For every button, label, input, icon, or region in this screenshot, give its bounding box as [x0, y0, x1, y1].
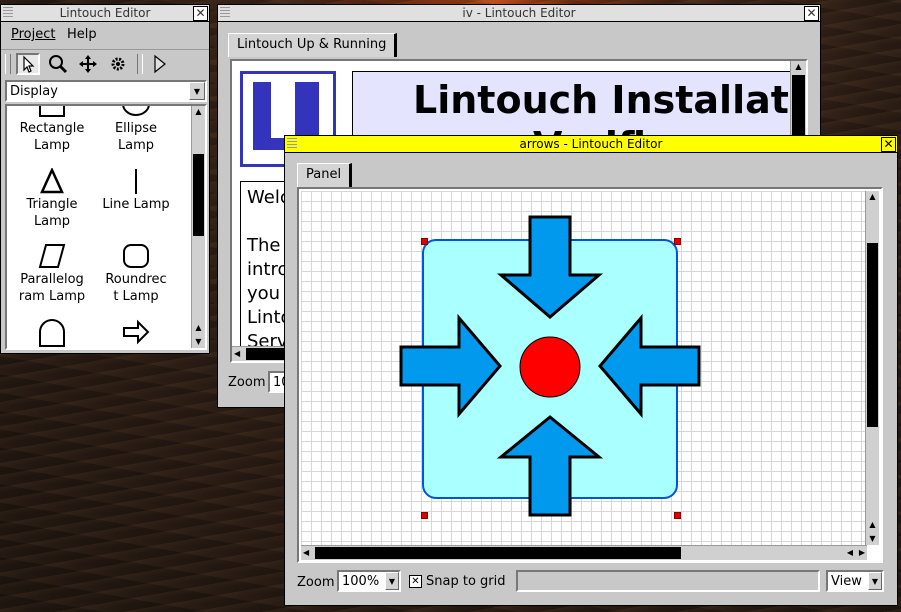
page-title: Lintouch Installation [413, 78, 806, 122]
arrows-graphic[interactable] [301, 191, 865, 545]
menu-bar: Project Help [1, 22, 209, 48]
palette-item[interactable]: Roundrec t Lamp [95, 243, 177, 313]
palette-item[interactable]: Rectangle Lamp [11, 106, 93, 164]
window-menu-icon[interactable] [220, 7, 230, 17]
arrow-icon [123, 319, 150, 345]
component-palette: Rectangle Lamp Ellipse Lamp Triangle Lam… [5, 104, 207, 350]
scroll-left-icon[interactable]: ◀ [303, 546, 309, 560]
view-select[interactable]: View ▼ [826, 570, 884, 592]
snap-checkbox[interactable]: ✕ [409, 575, 422, 588]
arrow-down-shape [496, 215, 604, 319]
zoom-select[interactable]: 100% ▼ [337, 570, 401, 592]
arrow-left-shape [598, 313, 701, 419]
palette-item[interactable] [95, 318, 177, 348]
scrollbar-thumb[interactable] [315, 547, 681, 559]
scrollbar-thumb[interactable] [867, 243, 878, 427]
arrow-right-shape [399, 313, 502, 419]
panel-editor-canvas: ▲ ▲ ▼ ◀ ◀ ▶ [297, 187, 883, 563]
palette-item-label: Ellipse Lamp [114, 121, 158, 153]
ellipse-icon [122, 106, 150, 116]
window-titlebar[interactable]: arrows - Lintouch Editor ✕ [285, 136, 897, 153]
rectangle-icon [39, 106, 65, 117]
scroll-down-icon[interactable]: ▲ [866, 519, 879, 531]
window-menu-icon[interactable] [287, 138, 297, 148]
close-icon[interactable]: ✕ [804, 6, 819, 21]
palette-item[interactable] [11, 318, 93, 348]
category-select[interactable]: Display ▼ [5, 80, 207, 102]
chevron-down-icon[interactable]: ▼ [385, 572, 399, 590]
scroll-right-icon[interactable]: ◀ [847, 546, 853, 560]
play-icon[interactable] [149, 54, 173, 76]
tab-panel[interactable]: Panel [297, 163, 353, 187]
window-title: iv - Lintouch Editor [462, 6, 576, 20]
scroll-right-icon[interactable]: ▶ [859, 546, 865, 560]
snap-to-grid-label[interactable]: Snap to grid [426, 574, 506, 589]
status-field [516, 570, 820, 592]
toolbar [1, 49, 209, 78]
gear-icon[interactable] [107, 54, 131, 76]
arch-icon [39, 319, 65, 347]
palette-item[interactable]: Parallelog ram Lamp [11, 243, 93, 313]
triangle-icon [40, 168, 64, 194]
menu-item-help[interactable]: Help [67, 27, 97, 42]
zoom-label: Zoom [297, 575, 335, 590]
scroll-down-icon[interactable]: ▲ [192, 322, 205, 334]
parallelogram-icon [38, 244, 66, 268]
scroll-down-icon[interactable]: ▼ [192, 336, 205, 348]
scroll-up-icon[interactable]: ▲ [866, 191, 879, 203]
scrollbar-thumb[interactable] [792, 75, 805, 135]
palette-scrollbar[interactable]: ▲ ▲ ▼ [191, 106, 205, 348]
window-title: Lintouch Editor [59, 6, 151, 20]
scroll-up-icon[interactable]: ▲ [192, 106, 205, 118]
category-select-value: Display [10, 84, 58, 99]
tab-lintouch-up-running[interactable]: Lintouch Up & Running [228, 33, 398, 57]
chevron-down-icon[interactable]: ▼ [189, 82, 205, 100]
palette-item[interactable]: Ellipse Lamp [95, 106, 177, 164]
palette-item-label: Roundrec t Lamp [105, 272, 167, 304]
arrow-up-shape [496, 415, 604, 517]
arrows-editor-window: arrows - Lintouch Editor ✕ Panel ▲ ▲ ▼ ◀… [284, 135, 898, 606]
lintouch-editor-window: Lintouch Editor ✕ Project Help Display ▼ [0, 4, 210, 354]
center-dot-shape [519, 336, 581, 398]
close-icon[interactable]: ✕ [193, 6, 208, 21]
heading-box: Lintouch Installation Verific [352, 71, 806, 143]
palette-item-label: Parallelog ram Lamp [18, 272, 86, 304]
menu-item-project[interactable]: Project [11, 27, 55, 42]
chevron-down-icon[interactable]: ▼ [868, 572, 882, 590]
vertical-scrollbar[interactable]: ▲ ▲ ▼ [865, 191, 879, 545]
palette-item[interactable]: Line Lamp [95, 168, 177, 238]
scrollbar-thumb[interactable] [193, 154, 204, 236]
design-grid[interactable] [301, 191, 865, 545]
palette-item-label: Triangle Lamp [26, 197, 78, 229]
scroll-down-icon[interactable]: ▼ [866, 533, 879, 545]
window-menu-icon[interactable] [3, 7, 13, 17]
palette-item-label: Line Lamp [102, 197, 170, 212]
zoom-select-value: 100% [342, 574, 380, 589]
window-titlebar[interactable]: iv - Lintouch Editor ✕ [218, 5, 820, 22]
view-select-value: View [831, 574, 862, 589]
horizontal-scrollbar[interactable]: ◀ ◀ ▶ [301, 545, 867, 560]
line-icon [135, 169, 137, 194]
roundrect-icon [123, 244, 149, 268]
palette-item-label: Rectangle Lamp [19, 121, 85, 153]
palette-item[interactable]: Triangle Lamp [11, 168, 93, 238]
window-titlebar[interactable]: Lintouch Editor ✕ [1, 5, 209, 22]
zoom-label: Zoom [228, 375, 266, 390]
scroll-left-icon[interactable]: ◀ [234, 347, 240, 361]
scroll-up-icon[interactable]: ▲ [791, 61, 806, 73]
move-icon[interactable] [77, 54, 101, 76]
magnifier-icon[interactable] [47, 54, 71, 76]
close-icon[interactable]: ✕ [881, 137, 896, 152]
window-title: arrows - Lintouch Editor [519, 137, 663, 151]
pointer-icon[interactable] [16, 53, 40, 75]
